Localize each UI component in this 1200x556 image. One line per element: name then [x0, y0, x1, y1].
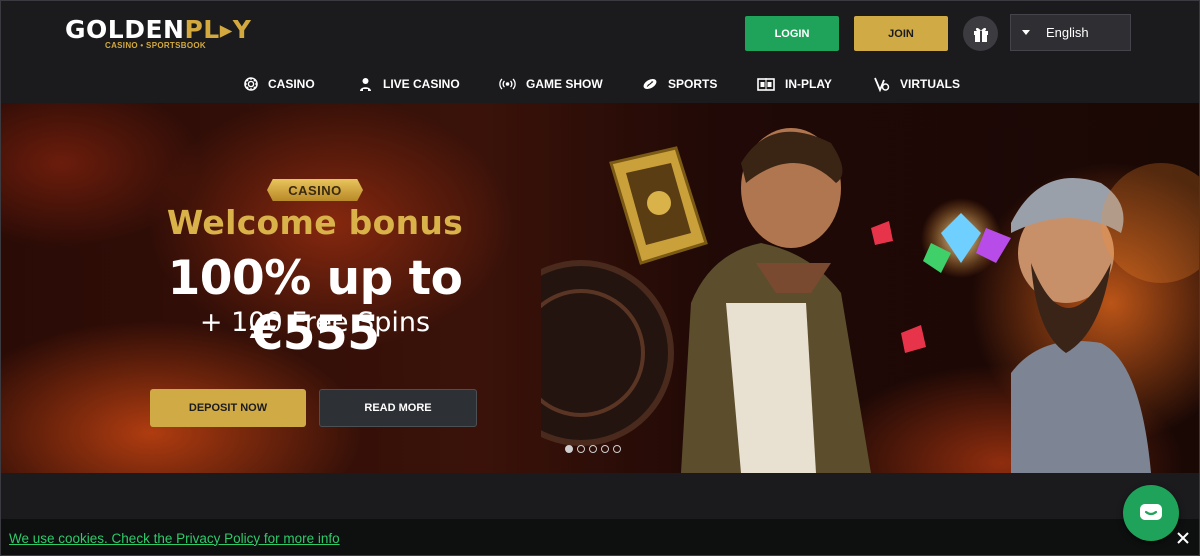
top-bar: GOLDENPL▸Y CASINO • SPORTSBOOK LOGIN JOI…: [1, 1, 1199, 65]
caret-down-icon: [1022, 30, 1030, 35]
language-value: English: [1046, 25, 1089, 40]
casino-chip-icon: [244, 77, 258, 91]
carousel-dot[interactable]: [577, 445, 585, 453]
nav-item-game-show[interactable]: GAME SHOW: [499, 65, 603, 103]
deposit-now-button[interactable]: DEPOSIT NOW: [150, 389, 306, 427]
free-spins-text: + 100 Free Spins: [199, 307, 431, 338]
read-more-button[interactable]: READ MORE: [319, 389, 477, 427]
hero-artwork: [541, 128, 1199, 473]
casino-tag: CASINO: [267, 179, 363, 201]
language-select[interactable]: English: [1010, 14, 1131, 51]
nav-item-sports[interactable]: SPORTS: [642, 65, 717, 103]
main-nav: CASINO LIVE CASINO GAME SHOW SPORTS IN-P…: [1, 65, 1199, 104]
carousel-dot[interactable]: [565, 445, 573, 453]
login-button[interactable]: LOGIN: [745, 16, 839, 51]
hero-title: Welcome bonus: [166, 203, 464, 242]
cookie-banner: We use cookies. Check the Privacy Policy…: [1, 519, 1199, 555]
gift-icon: [973, 27, 988, 42]
join-button[interactable]: JOIN: [854, 16, 948, 51]
gift-button[interactable]: [963, 16, 998, 51]
nav-item-in-play[interactable]: IN-PLAY: [757, 65, 832, 103]
goldenplay-logo[interactable]: GOLDENPL▸Y CASINO • SPORTSBOOK: [65, 15, 255, 57]
page: GOLDENPL▸Y CASINO • SPORTSBOOK LOGIN JOI…: [0, 0, 1200, 556]
cookie-policy-link[interactable]: We use cookies. Check the Privacy Policy…: [9, 531, 340, 546]
nav-item-virtuals[interactable]: VIRTUALS: [874, 65, 960, 103]
chat-button[interactable]: [1123, 485, 1179, 541]
virtual-sports-icon: [874, 77, 890, 92]
carousel-dot[interactable]: [589, 445, 597, 453]
broadcast-icon: [499, 78, 516, 90]
chat-icon: [1140, 504, 1162, 520]
logo-subtitle: CASINO • SPORTSBOOK: [105, 41, 206, 50]
nav-item-casino[interactable]: CASINO: [244, 65, 315, 103]
nav-item-live-casino[interactable]: LIVE CASINO: [358, 65, 460, 103]
carousel-dots: [565, 445, 621, 453]
close-icon: [1177, 532, 1189, 544]
carousel-dot[interactable]: [601, 445, 609, 453]
bonus-amount: 100% up to €555: [167, 251, 463, 361]
cookie-close-button[interactable]: [1173, 528, 1193, 548]
hero-banner[interactable]: CASINO Welcome bonus 100% up to €555 + 1…: [1, 103, 1199, 473]
scoreboard-icon: [757, 78, 775, 91]
carousel-dot[interactable]: [613, 445, 621, 453]
dealer-icon: [360, 77, 371, 91]
rugby-ball-icon: [643, 78, 657, 90]
